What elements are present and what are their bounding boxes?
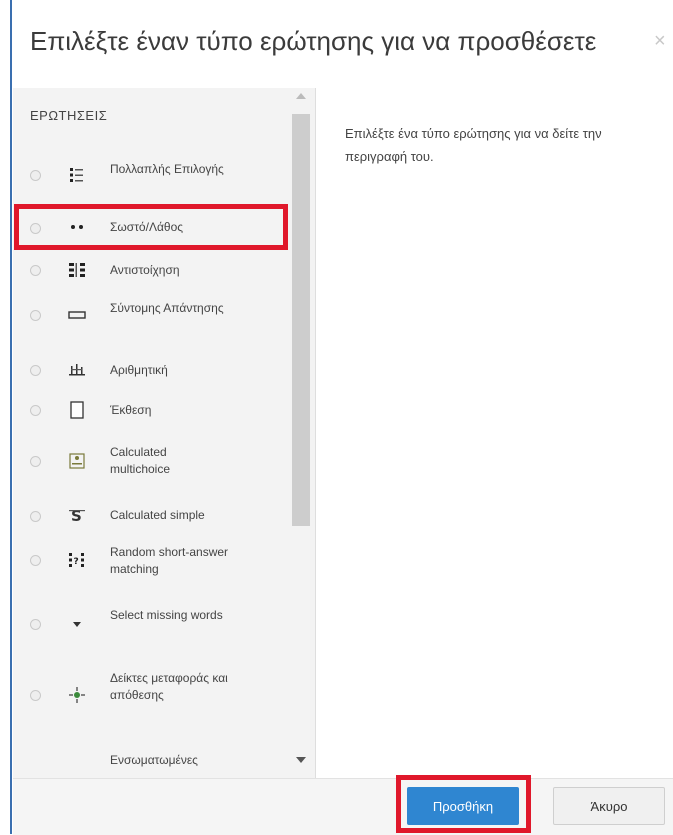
left-border bbox=[10, 0, 12, 834]
list-item-multianswer[interactable]: Ενσωματωμένες bbox=[13, 750, 293, 776]
scrollbar-thumb[interactable] bbox=[292, 114, 310, 526]
gapselect-icon bbox=[68, 615, 86, 633]
multichoice-icon bbox=[68, 166, 86, 184]
radio-button[interactable] bbox=[30, 456, 41, 467]
scroll-up-arrow-icon[interactable] bbox=[296, 93, 306, 99]
add-button-highlight bbox=[396, 775, 531, 833]
list-item-ddmarker[interactable]: Δείκτες μεταφοράς και απόθεσης bbox=[13, 668, 293, 730]
ddmarker-icon bbox=[68, 686, 86, 704]
match-icon bbox=[68, 261, 86, 279]
list-item-label: Select missing words bbox=[110, 608, 223, 622]
list-item-label: Random short-answer matching bbox=[110, 545, 229, 576]
selection-highlight bbox=[14, 204, 288, 250]
section-heading: ΕΡΩΤΗΣΕΙΣ bbox=[30, 108, 108, 123]
list-item-shortanswer[interactable]: Σύντομης Απάντησης bbox=[13, 296, 293, 338]
essay-icon bbox=[68, 401, 86, 419]
radio-button[interactable] bbox=[30, 170, 41, 181]
cancel-button[interactable]: Άκυρο bbox=[553, 787, 665, 825]
svg-text:?: ? bbox=[74, 557, 79, 567]
list-item-label: Αριθμητική bbox=[110, 363, 168, 377]
shortanswer-icon bbox=[68, 306, 86, 324]
list-item-label: Αντιστοίχηση bbox=[110, 263, 180, 277]
list-item-essay[interactable]: Έκθεση bbox=[13, 398, 293, 426]
list-item-calculatedmulti[interactable]: Calculated multichoice bbox=[13, 440, 293, 482]
list-item-label: Πολλαπλής Επιλογής bbox=[110, 162, 224, 176]
list-item-randomsamatch[interactable]: ? Random short-answer matching bbox=[13, 540, 293, 582]
list-item-multichoice[interactable]: Πολλαπλής Επιλογής bbox=[13, 158, 293, 198]
radio-button[interactable] bbox=[30, 310, 41, 321]
list-item-label: Δείκτες μεταφοράς και απόθεσης bbox=[110, 671, 228, 702]
close-icon[interactable]: × bbox=[654, 30, 666, 53]
list-item-match[interactable]: Αντιστοίχηση bbox=[13, 256, 293, 284]
list-item-gapselect[interactable]: Select missing words bbox=[13, 604, 293, 646]
svg-text:S: S bbox=[71, 507, 82, 524]
list-item-label: Έκθεση bbox=[110, 403, 152, 417]
numerical-icon bbox=[68, 361, 86, 379]
scroll-down-arrow-icon[interactable] bbox=[296, 757, 306, 763]
radio-button[interactable] bbox=[30, 619, 41, 630]
dialog-title: Επιλέξτε έναν τύπο ερώτησης για να προσθ… bbox=[30, 26, 597, 56]
list-item-label: Calculated multichoice bbox=[110, 445, 171, 476]
radio-button[interactable] bbox=[30, 555, 41, 566]
question-type-description: Επιλέξτε ένα τύπο ερώτησης για να δείτε … bbox=[345, 126, 602, 164]
radio-button[interactable] bbox=[30, 265, 41, 276]
calculatedsimple-icon: S bbox=[68, 506, 86, 524]
list-item-numerical[interactable]: Αριθμητική bbox=[13, 358, 293, 386]
radio-button[interactable] bbox=[30, 405, 41, 416]
calculatedmulti-icon bbox=[68, 452, 86, 470]
list-item-label: Ενσωματωμένες bbox=[110, 753, 198, 767]
radio-button[interactable] bbox=[30, 365, 41, 376]
randomsamatch-icon: ? bbox=[68, 551, 86, 569]
list-item-calculatedsimple[interactable]: S Calculated simple bbox=[13, 502, 293, 530]
list-item-label: Calculated simple bbox=[110, 508, 205, 522]
radio-button[interactable] bbox=[30, 690, 41, 701]
radio-button[interactable] bbox=[30, 511, 41, 522]
list-item-label: Σύντομης Απάντησης bbox=[110, 301, 224, 315]
